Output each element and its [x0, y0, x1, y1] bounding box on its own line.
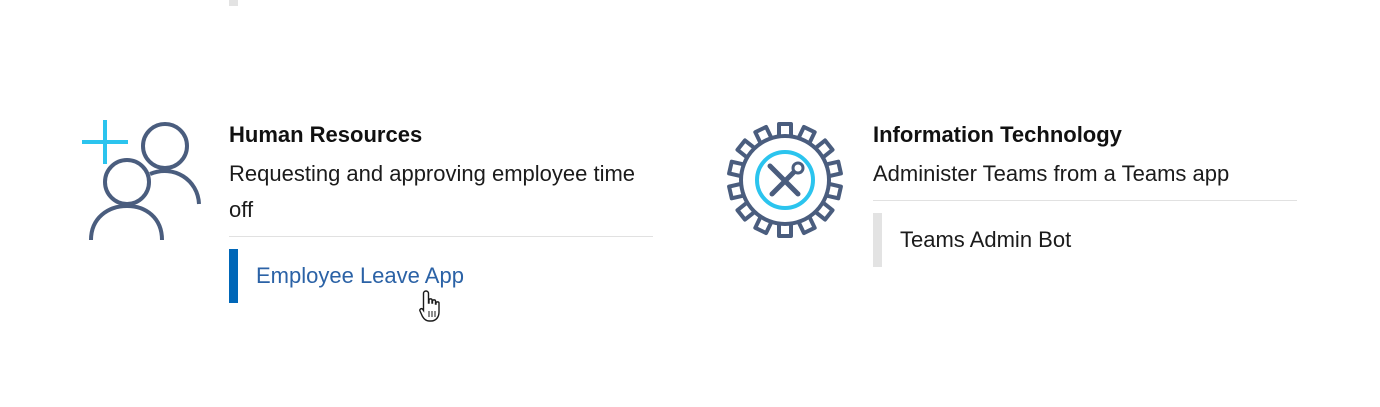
category-description: Administer Teams from a Teams app	[873, 156, 1297, 201]
app-catalog-page: Human Resources Requesting and approving…	[0, 0, 1380, 407]
selection-bar	[229, 249, 238, 303]
app-list: Teams Admin Bot	[873, 213, 1297, 267]
category-body: Information Technology Administer Teams …	[873, 116, 1297, 267]
previous-app-item-bar	[229, 0, 238, 6]
app-link-label: Teams Admin Bot	[900, 227, 1072, 252]
gear-tools-icon	[722, 116, 852, 246]
hand-pointer-cursor-icon	[419, 289, 443, 323]
category-body: Human Resources Requesting and approving…	[229, 116, 653, 303]
app-link-label: Employee Leave App	[256, 263, 464, 288]
people-add-icon	[78, 116, 208, 246]
category-title: Information Technology	[873, 122, 1122, 147]
category-description: Requesting and approving employee time o…	[229, 156, 653, 237]
app-link-teams-admin-bot[interactable]: Teams Admin Bot	[873, 213, 1297, 267]
category-title: Human Resources	[229, 122, 423, 147]
selection-bar	[873, 213, 882, 267]
